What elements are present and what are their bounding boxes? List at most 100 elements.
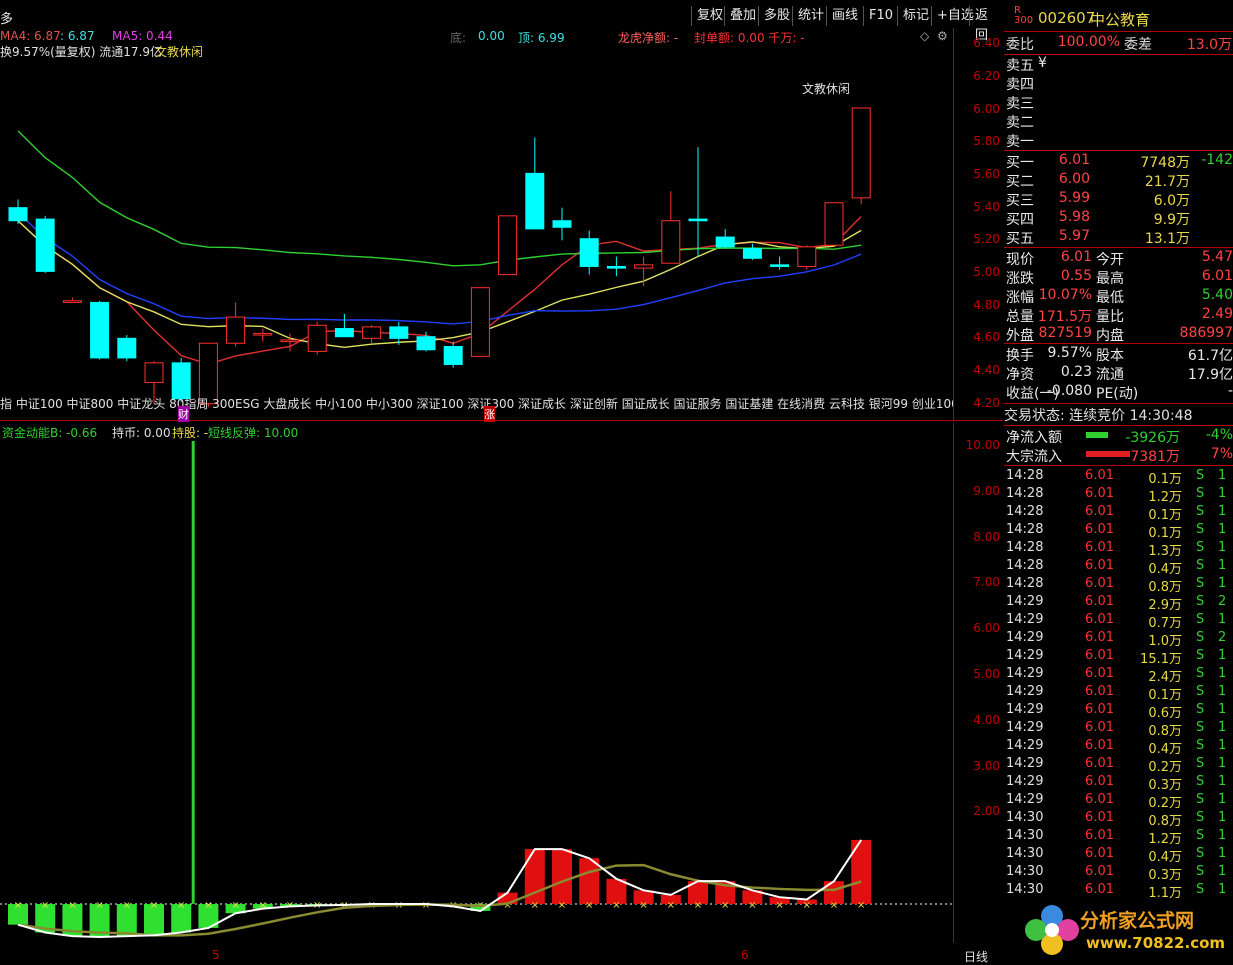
x-marker: × [585, 900, 593, 911]
ask-row[interactable]: 卖四 [1004, 74, 1233, 93]
site-logo: 分析家公式网 www.70822.com [1020, 898, 1233, 960]
candle-body [171, 362, 191, 400]
price-tick: 4.20 [973, 395, 1000, 410]
tick-row: 14:28 6.01 1.2万 S 1 [1006, 486, 1227, 505]
momentum-bar [579, 858, 600, 905]
candle-body [688, 218, 708, 222]
candle-body [253, 332, 273, 336]
candle-body [851, 107, 871, 199]
tick-row: 14:29 6.01 0.2万 S 1 [1006, 792, 1227, 811]
tick-row: 14:28 6.01 1.3万 S 1 [1006, 540, 1227, 559]
bid-row[interactable]: 买二 6.00 21.7万 [1004, 171, 1233, 190]
price-tick: 4.80 [973, 297, 1000, 312]
candle-body [362, 326, 382, 339]
indicator-tick: 10.00 [965, 437, 1000, 452]
indicator-axis: 10.00 9.00 8.00 7.00 6.00 5.00 4.00 3.00 2.00 [953, 423, 1004, 943]
tick-row: 14:29 6.01 0.3万 S 1 [1006, 774, 1227, 793]
indicator-tick: 7.00 [973, 575, 1000, 590]
bid-row[interactable]: 买四 5.98 9.9万 [1004, 209, 1233, 228]
quote-row[interactable]: 涨跌 0.55 最高 6.01 [1004, 268, 1233, 287]
stock-name: 中公教育 [1090, 11, 1151, 29]
ask-row[interactable]: 卖三 [1004, 93, 1233, 112]
stats-button[interactable]: 统计 [792, 6, 829, 26]
price-tick: 6.20 [973, 69, 1000, 83]
x-marker: × [177, 900, 185, 911]
sector-annotation: 文教休闲 [802, 82, 851, 96]
back-button[interactable]: 返回 [969, 6, 1003, 43]
x-marker: × [775, 900, 783, 911]
fund-momentum-chart[interactable]: × × × × × × × × × × × × × × × × × × × × × × × × × × × × × × × × [0, 423, 953, 943]
x-marker: × [612, 900, 620, 911]
fund-row[interactable]: 收益(一) -0.080 PE(动) - [1004, 383, 1233, 402]
overlay-button[interactable]: 叠加 [724, 6, 761, 26]
price-tick: 5.60 [973, 167, 1000, 181]
quote-row[interactable]: 涨幅 10.07% 最低 5.40 [1004, 287, 1233, 306]
bid-row[interactable]: 买五 5.97 13.1万 [1004, 228, 1233, 247]
candle-body [606, 265, 626, 269]
tick-row: 14:28 6.01 0.8万 S 1 [1006, 576, 1227, 595]
x-marker: × [123, 900, 131, 911]
ma60-line [17, 130, 862, 267]
ask-row[interactable]: 卖一 [1004, 131, 1233, 150]
ask-row[interactable]: 卖五 ¥ [1004, 55, 1233, 74]
quote-row[interactable]: 现价 6.01 今开 5.47 [1004, 249, 1233, 268]
f10-button[interactable]: F10 [863, 6, 898, 26]
candle-body [797, 246, 817, 267]
quote-row[interactable]: 外盘 827519 内盘 886997 [1004, 325, 1233, 344]
finance-marker: 财 [178, 406, 189, 422]
fund-row[interactable]: 净资 0.23 流通 17.9亿 [1004, 364, 1233, 383]
period-label[interactable]: 日线 [964, 948, 988, 965]
x-marker: × [639, 900, 647, 911]
ma5-line [17, 215, 862, 365]
price-tick: 4.40 [973, 363, 1000, 377]
tick-row: 14:30 6.01 0.8万 S 1 [1006, 810, 1227, 829]
flow-row[interactable]: 净流入额 -3926万 -4% [1004, 427, 1233, 446]
price-tick: 5.80 [973, 134, 1000, 149]
x-marker: × [95, 900, 103, 911]
board-badge: R 300 [1014, 5, 1034, 26]
x-marker: × [857, 900, 865, 911]
x-marker: × [694, 900, 702, 911]
bid-row[interactable]: 买一 6.01 7748万 -142 [1004, 152, 1233, 171]
candle-body [280, 339, 300, 343]
x-axis-may: 5 [212, 948, 220, 962]
tick-row: 14:28 6.01 0.1万 S 1 [1006, 468, 1227, 487]
tick-row: 14:29 6.01 2.9万 S 2 [1006, 594, 1227, 613]
tick-row: 14:29 6.01 0.4万 S 1 [1006, 738, 1227, 757]
tick-row: 14:30 6.01 0.4万 S 1 [1006, 846, 1227, 865]
price-tick: 6.00 [973, 101, 1000, 116]
x-marker: × [748, 900, 756, 911]
mode-tab[interactable]: 多 [0, 8, 13, 27]
mark-button[interactable]: 标记 [897, 6, 934, 26]
concept-strip[interactable]: 指 中证100 中证800 中证龙头 80指周 300ESG 大盘成长 中小10… [0, 395, 953, 412]
candle-body [552, 220, 572, 228]
candle-body [226, 316, 246, 344]
indicator-tick: 5.00 [973, 666, 1000, 681]
fund-row[interactable]: 换手 9.57% 股本 61.7亿 [1004, 345, 1233, 364]
price-tick: 6.40 [973, 36, 1000, 51]
fuquan-button[interactable]: 复权 [691, 6, 728, 26]
candle-body [90, 301, 110, 359]
candle-body [661, 220, 681, 264]
indicator-tick: 8.00 [973, 529, 1000, 544]
quote-row[interactable]: 总量 171.5万 量比 2.49 [1004, 306, 1233, 325]
price-tick: 5.20 [973, 232, 1000, 247]
candle-body [389, 326, 409, 339]
tick-row: 14:29 6.01 0.2万 S 1 [1006, 756, 1227, 775]
tick-row: 14:29 6.01 0.6万 S 1 [1006, 702, 1227, 721]
ask-row[interactable]: 卖二 [1004, 112, 1233, 131]
candle-body [443, 346, 463, 365]
limit-up-marker: 涨 [484, 406, 495, 422]
tick-row: 14:29 6.01 0.7万 S 1 [1006, 612, 1227, 631]
candle-body [824, 202, 844, 246]
flow-bar [1086, 432, 1108, 438]
x-axis-june: 6 [741, 948, 749, 962]
bid-row[interactable]: 买三 5.99 6.0万 [1004, 190, 1233, 209]
tick-row: 14:30 6.01 1.2万 S 1 [1006, 828, 1227, 847]
draw-line-button[interactable]: 画线 [826, 6, 863, 26]
indicator-tick: 6.00 [973, 621, 1000, 636]
candle-body [579, 238, 599, 267]
multi-stock-button[interactable]: 多股 [758, 6, 795, 26]
indicator-tick: 9.00 [973, 483, 1000, 498]
price-tick: 5.40 [973, 199, 1000, 214]
